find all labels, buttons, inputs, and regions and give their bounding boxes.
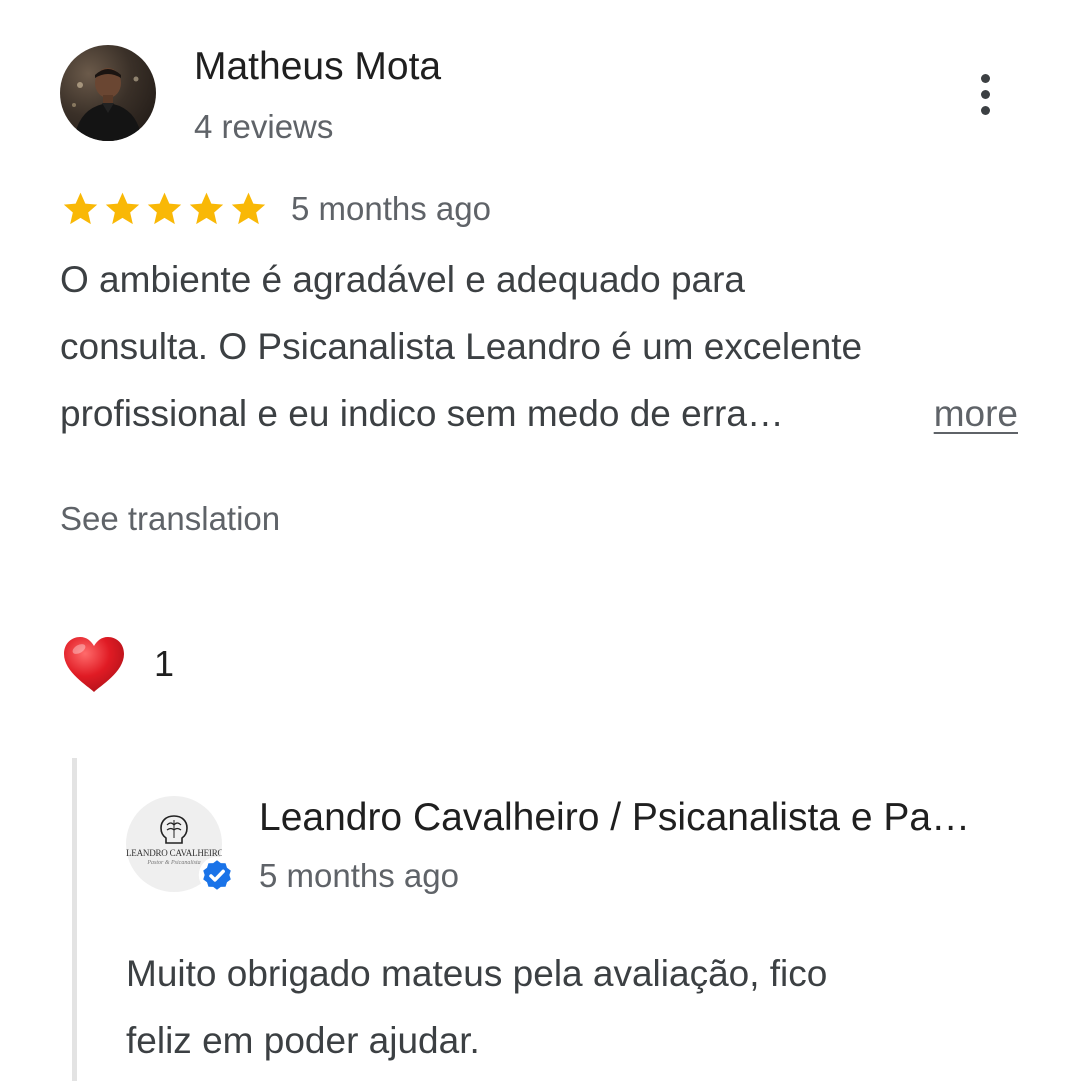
star-icon xyxy=(105,192,140,225)
more-link[interactable]: more xyxy=(934,380,1018,447)
review-time: 5 months ago xyxy=(291,190,491,227)
star-icon xyxy=(189,192,224,225)
reviewer-review-count[interactable]: 4 reviews xyxy=(194,107,333,147)
more-options-button[interactable] xyxy=(960,66,1010,122)
reply-text-line: feliz em poder ajudar. xyxy=(126,1020,480,1061)
owner-reply-text: Muito obrigado mateus pela avaliação, fi… xyxy=(126,940,1026,1074)
see-translation-button[interactable]: See translation xyxy=(60,498,280,540)
review-text-line: profissional e eu indico sem medo de err… xyxy=(60,393,784,434)
star-icon xyxy=(231,192,266,225)
review-text: O ambiente é agradável e adequado para c… xyxy=(60,246,1040,447)
owner-name[interactable]: Leandro Cavalheiro / Psicanalista e Pa… xyxy=(259,795,970,841)
rating-row: 5 months ago xyxy=(60,186,491,232)
reply-divider xyxy=(72,758,77,1081)
reply-text-line: Muito obrigado mateus pela avaliação, fi… xyxy=(126,953,828,994)
owner-reply-time: 5 months ago xyxy=(259,857,459,894)
star-icon xyxy=(63,192,98,225)
review-text-line: O ambiente é agradável e adequado para xyxy=(60,259,746,300)
review-text-line: consulta. O Psicanalista Leandro é um ex… xyxy=(60,326,863,367)
star-rating xyxy=(60,189,269,229)
heart-icon xyxy=(64,637,124,692)
more-vert-icon xyxy=(980,73,990,83)
verified-badge-icon xyxy=(198,856,236,894)
reaction-chip[interactable]: 1 xyxy=(60,632,174,696)
reviewer-avatar[interactable] xyxy=(60,45,156,141)
star-icon xyxy=(147,192,182,225)
reaction-count: 1 xyxy=(154,643,175,684)
person-photo-icon xyxy=(72,68,142,141)
reviewer-name[interactable]: Matheus Mota xyxy=(194,44,441,90)
